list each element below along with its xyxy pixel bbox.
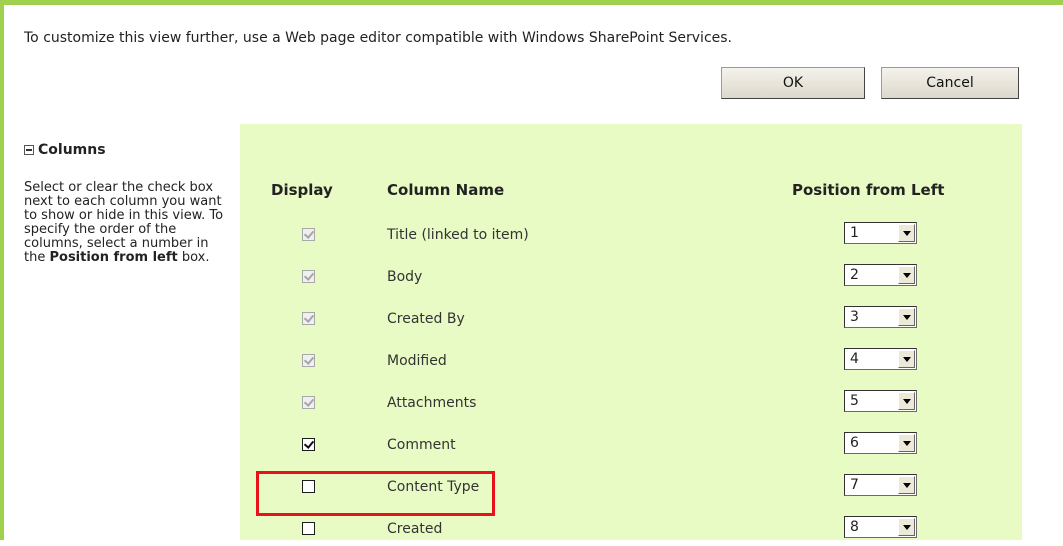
column-row: Modified 4 (240, 348, 1022, 378)
column-name-label: Attachments (387, 395, 477, 411)
ok-button[interactable]: OK (721, 67, 865, 99)
position-header: Position from Left (792, 181, 945, 199)
position-value: 6 (850, 435, 859, 451)
position-value: 4 (850, 351, 859, 367)
dropdown-arrow-icon[interactable] (898, 476, 915, 494)
left-border (0, 0, 4, 540)
display-header: Display (271, 181, 333, 199)
column-name-label: Modified (387, 353, 447, 369)
dropdown-arrow-icon[interactable] (898, 434, 915, 452)
section-description: Select or clear the check box next to ea… (24, 181, 224, 265)
position-value: 1 (850, 225, 859, 241)
desc-bold-text: Position from left (49, 250, 178, 265)
column-name-label: Body (387, 269, 423, 285)
columns-section-header[interactable]: Columns (24, 142, 106, 158)
cancel-button[interactable]: Cancel (881, 67, 1019, 99)
position-select[interactable]: 1 (844, 222, 917, 244)
position-select[interactable]: 2 (844, 264, 917, 286)
dropdown-arrow-icon[interactable] (898, 224, 915, 242)
column-row: Created 8 (240, 516, 1022, 546)
position-value: 2 (850, 267, 859, 283)
display-checkbox (302, 270, 315, 283)
display-checkbox (302, 396, 315, 409)
dropdown-arrow-icon[interactable] (898, 350, 915, 368)
dropdown-arrow-icon[interactable] (898, 308, 915, 326)
position-select[interactable]: 4 (844, 348, 917, 370)
display-checkbox (302, 312, 315, 325)
column-row: Title (linked to item) 1 (240, 222, 1022, 252)
column-name-label: Comment (387, 437, 456, 453)
top-border (0, 0, 1063, 5)
position-value: 5 (850, 393, 859, 409)
highlight-box (256, 471, 495, 516)
column-name-label: Created By (387, 311, 465, 327)
position-value: 7 (850, 477, 859, 493)
dropdown-arrow-icon[interactable] (898, 266, 915, 284)
section-title: Columns (38, 142, 106, 158)
position-select[interactable]: 5 (844, 390, 917, 412)
display-checkbox[interactable] (302, 522, 315, 535)
intro-text: To customize this view further, use a We… (24, 30, 732, 46)
column-name-header: Column Name (387, 181, 505, 199)
display-checkbox (302, 354, 315, 367)
dropdown-arrow-icon[interactable] (898, 392, 915, 410)
column-row: Comment 6 (240, 432, 1022, 462)
desc-text-end: box. (181, 250, 210, 265)
position-select[interactable]: 6 (844, 432, 917, 454)
column-row: Attachments 5 (240, 390, 1022, 420)
column-name-label: Title (linked to item) (387, 227, 529, 243)
position-select[interactable]: 3 (844, 306, 917, 328)
column-name-label: Created (387, 521, 443, 537)
column-row: Created By 3 (240, 306, 1022, 336)
display-checkbox (302, 228, 315, 241)
position-select[interactable]: 7 (844, 474, 917, 496)
position-select[interactable]: 8 (844, 516, 917, 538)
display-checkbox[interactable] (302, 438, 315, 451)
position-value: 3 (850, 309, 859, 325)
column-row: Body 2 (240, 264, 1022, 294)
dropdown-arrow-icon[interactable] (898, 518, 915, 536)
position-value: 8 (850, 519, 859, 535)
collapse-icon[interactable] (24, 145, 34, 155)
